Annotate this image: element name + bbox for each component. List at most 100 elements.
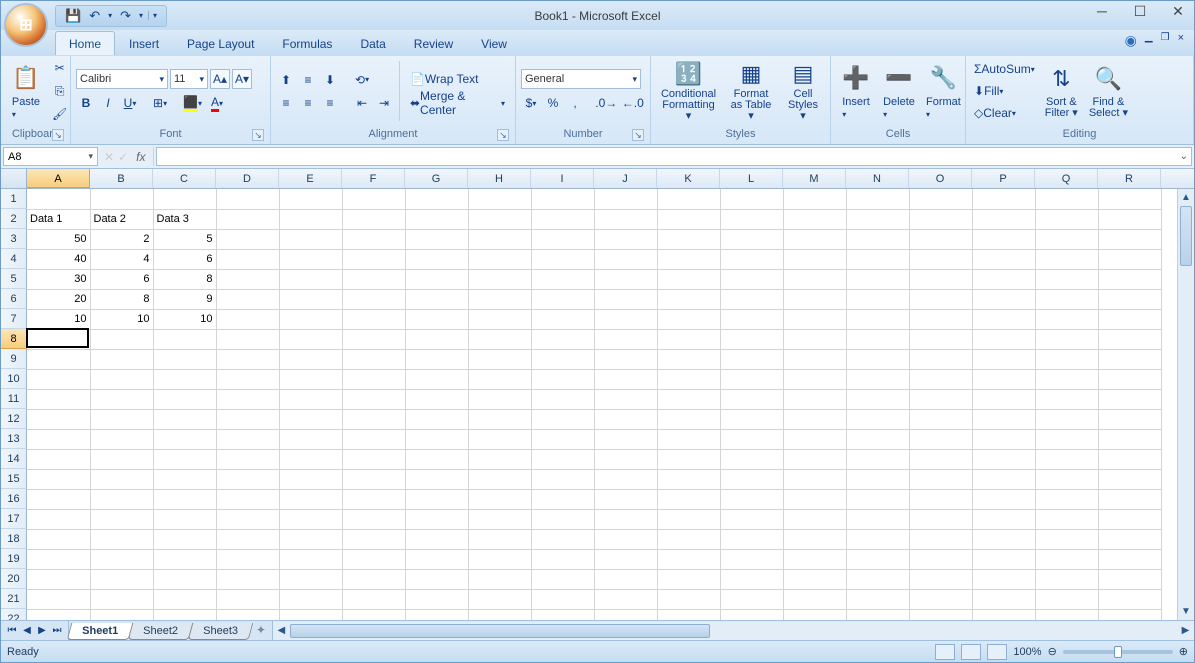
cell-B7[interactable]: 10 <box>90 309 153 329</box>
cell-O9[interactable] <box>909 349 972 369</box>
cell-D15[interactable] <box>216 469 279 489</box>
cell-M1[interactable] <box>783 189 846 209</box>
cell-G21[interactable] <box>405 589 468 609</box>
cell-H17[interactable] <box>468 509 531 529</box>
cell-O21[interactable] <box>909 589 972 609</box>
grow-font-button[interactable]: A▴ <box>210 69 230 89</box>
cell-F2[interactable] <box>342 209 405 229</box>
row-header-11[interactable]: 11 <box>1 389 27 409</box>
cell-O13[interactable] <box>909 429 972 449</box>
col-header-N[interactable]: N <box>846 169 909 188</box>
cell-C11[interactable] <box>153 389 216 409</box>
cell-P8[interactable] <box>972 329 1035 349</box>
cell-C7[interactable]: 10 <box>153 309 216 329</box>
redo-icon[interactable]: ↷ <box>117 8 134 24</box>
cell-E18[interactable] <box>279 529 342 549</box>
number-format-combo[interactable]: General▾ <box>521 69 641 89</box>
cell-M12[interactable] <box>783 409 846 429</box>
cell-K5[interactable] <box>657 269 720 289</box>
cell-G10[interactable] <box>405 369 468 389</box>
conditional-formatting-button[interactable]: 🔢ConditionalFormatting ▾ <box>656 58 721 124</box>
cell-O14[interactable] <box>909 449 972 469</box>
cell-Q17[interactable] <box>1035 509 1098 529</box>
cell-J18[interactable] <box>594 529 657 549</box>
cell-I11[interactable] <box>531 389 594 409</box>
delete-cells-button[interactable]: ➖Delete▾ <box>879 58 919 124</box>
cell-N21[interactable] <box>846 589 909 609</box>
cell-O22[interactable] <box>909 609 972 620</box>
cell-J12[interactable] <box>594 409 657 429</box>
cell-K15[interactable] <box>657 469 720 489</box>
font-size-combo[interactable]: 11▾ <box>170 69 208 89</box>
cell-L6[interactable] <box>720 289 783 309</box>
cell-R14[interactable] <box>1098 449 1161 469</box>
cell-P1[interactable] <box>972 189 1035 209</box>
minimize-button[interactable]: ─ <box>1090 3 1114 20</box>
sheet-nav[interactable]: ⏮ ◀ ▶ ⏭ <box>1 621 69 640</box>
cell-J21[interactable] <box>594 589 657 609</box>
cell-Q12[interactable] <box>1035 409 1098 429</box>
cell-M18[interactable] <box>783 529 846 549</box>
cell-H1[interactable] <box>468 189 531 209</box>
border-button[interactable]: ⊞▾ <box>150 93 170 113</box>
cell-P15[interactable] <box>972 469 1035 489</box>
cell-R10[interactable] <box>1098 369 1161 389</box>
row-header-22[interactable]: 22 <box>1 609 27 620</box>
cell-H6[interactable] <box>468 289 531 309</box>
cell-Q18[interactable] <box>1035 529 1098 549</box>
font-dialog-icon[interactable]: ↘ <box>252 129 264 141</box>
zoom-level[interactable]: 100% <box>1013 646 1041 658</box>
cell-F13[interactable] <box>342 429 405 449</box>
decrease-indent-button[interactable]: ⇤ <box>352 93 372 113</box>
cell-F16[interactable] <box>342 489 405 509</box>
cell-G3[interactable] <box>405 229 468 249</box>
cell-Q21[interactable] <box>1035 589 1098 609</box>
cell-H3[interactable] <box>468 229 531 249</box>
cell-M10[interactable] <box>783 369 846 389</box>
cell-J11[interactable] <box>594 389 657 409</box>
cell-F9[interactable] <box>342 349 405 369</box>
col-header-D[interactable]: D <box>216 169 279 188</box>
cell-L4[interactable] <box>720 249 783 269</box>
cell-B9[interactable] <box>90 349 153 369</box>
cell-H21[interactable] <box>468 589 531 609</box>
cell-D21[interactable] <box>216 589 279 609</box>
cell-I16[interactable] <box>531 489 594 509</box>
cell-C1[interactable] <box>153 189 216 209</box>
cell-Q14[interactable] <box>1035 449 1098 469</box>
cell-D9[interactable] <box>216 349 279 369</box>
cell-N14[interactable] <box>846 449 909 469</box>
cell-Q16[interactable] <box>1035 489 1098 509</box>
cell-B21[interactable] <box>90 589 153 609</box>
cell-H19[interactable] <box>468 549 531 569</box>
cell-K17[interactable] <box>657 509 720 529</box>
cell-N11[interactable] <box>846 389 909 409</box>
cell-C5[interactable]: 8 <box>153 269 216 289</box>
cell-D12[interactable] <box>216 409 279 429</box>
cell-A2[interactable]: Data 1 <box>27 209 90 229</box>
office-button[interactable]: ⊞ <box>4 3 48 47</box>
row-header-15[interactable]: 15 <box>1 469 27 489</box>
cell-A10[interactable] <box>27 369 90 389</box>
cell-G6[interactable] <box>405 289 468 309</box>
formula-expand-icon[interactable]: ⌄ <box>1180 151 1188 162</box>
shrink-font-button[interactable]: A▾ <box>232 69 252 89</box>
cell-N2[interactable] <box>846 209 909 229</box>
cell-P14[interactable] <box>972 449 1035 469</box>
row-header-8[interactable]: 8 <box>1 329 27 349</box>
autosum-button[interactable]: Σ AutoSum ▾ <box>971 59 1038 79</box>
cell-I7[interactable] <box>531 309 594 329</box>
vertical-scrollbar[interactable]: ▲ ▼ <box>1177 189 1194 620</box>
cell-O10[interactable] <box>909 369 972 389</box>
cell-C8[interactable] <box>153 329 216 349</box>
cell-J15[interactable] <box>594 469 657 489</box>
zoom-slider[interactable] <box>1063 650 1173 654</box>
cell-D16[interactable] <box>216 489 279 509</box>
cell-H12[interactable] <box>468 409 531 429</box>
cell-J3[interactable] <box>594 229 657 249</box>
cell-E5[interactable] <box>279 269 342 289</box>
cell-I19[interactable] <box>531 549 594 569</box>
cell-D7[interactable] <box>216 309 279 329</box>
fx-icon[interactable]: fx <box>132 150 149 164</box>
cell-Q2[interactable] <box>1035 209 1098 229</box>
